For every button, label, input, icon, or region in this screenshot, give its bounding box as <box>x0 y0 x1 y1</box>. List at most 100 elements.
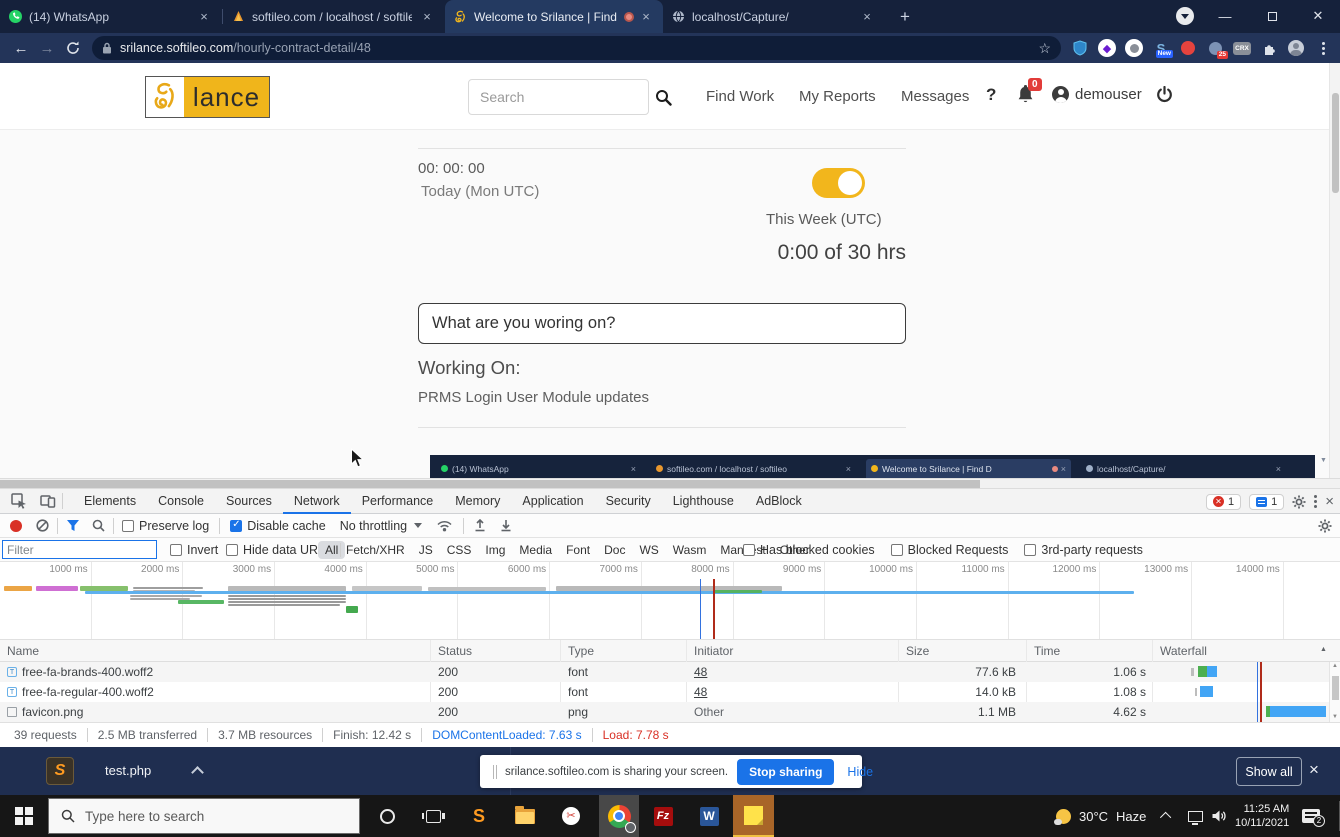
s-extension-icon[interactable]: SNew <box>1152 39 1170 57</box>
devtools-tab-lighthouse[interactable]: Lighthouse <box>662 489 745 514</box>
network-conditions-icon[interactable] <box>436 519 453 532</box>
site-search-input[interactable] <box>468 79 649 115</box>
action-center-button[interactable]: 2 <box>1302 795 1320 837</box>
filter-type-media[interactable]: Media <box>519 543 552 557</box>
blocked-requests-checkbox[interactable]: Blocked Requests <box>891 543 1009 557</box>
help-icon[interactable] <box>986 85 996 105</box>
import-har-icon[interactable] <box>474 519 486 532</box>
devtools-tab-elements[interactable]: Elements <box>73 489 147 514</box>
downloaded-file[interactable]: test.php <box>105 763 151 778</box>
column-initiator[interactable]: Initiator <box>694 644 733 658</box>
notifications-bell[interactable]: 0 <box>1017 84 1039 108</box>
taskbar-search[interactable] <box>48 798 360 834</box>
stop-sharing-button[interactable]: Stop sharing <box>737 759 834 785</box>
purple-extension-icon[interactable]: ◆ <box>1098 39 1116 57</box>
page-horizontal-scrollbar[interactable] <box>0 478 1340 489</box>
network-filter-input[interactable] <box>2 540 157 559</box>
scrollbar-thumb[interactable] <box>0 480 980 488</box>
hide-data-urls-checkbox[interactable]: Hide data URLs <box>226 543 331 557</box>
puzzle-extensions-icon[interactable] <box>1260 39 1278 57</box>
scrollbar-thumb[interactable] <box>1332 93 1339 193</box>
timer-toggle[interactable] <box>812 168 865 198</box>
site-search-icon[interactable] <box>655 89 672 106</box>
shield-extension-icon[interactable] <box>1071 39 1089 57</box>
devtools-tab-performance[interactable]: Performance <box>351 489 445 514</box>
filter-type-ws[interactable]: WS <box>639 543 658 557</box>
console-errors-badge[interactable]: 1 <box>1206 494 1241 510</box>
nav-messages[interactable]: Messages <box>901 87 969 107</box>
tray-overflow-button[interactable] <box>1163 795 1171 837</box>
third-party-requests-checkbox[interactable]: 3rd-party requests <box>1024 543 1142 557</box>
network-settings-icon[interactable] <box>1318 519 1332 533</box>
throttling-dropdown[interactable]: No throttling <box>340 519 422 533</box>
back-button[interactable]: ← <box>8 40 34 57</box>
taskbar-file-explorer[interactable] <box>505 795 545 837</box>
record-network-log-icon[interactable] <box>10 520 22 532</box>
minimize-button[interactable]: — <box>1205 0 1245 32</box>
chrome-menu-icon[interactable] <box>1314 39 1332 57</box>
taskbar-search-input[interactable] <box>85 809 325 824</box>
weather-widget[interactable]: 30°C Haze <box>1056 795 1146 837</box>
taskbar-sticky-notes-active[interactable] <box>733 795 774 837</box>
user-menu[interactable]: demouser <box>1052 86 1142 103</box>
scroll-down-icon[interactable]: ▼ <box>1330 713 1340 722</box>
forward-button[interactable]: → <box>34 40 60 57</box>
gray-extension-icon[interactable] <box>1125 39 1143 57</box>
logout-power-icon[interactable] <box>1156 86 1173 104</box>
tab-softileo[interactable]: softileo.com / localhost / softileo <box>223 0 445 33</box>
filter-type-doc[interactable]: Doc <box>604 543 625 557</box>
request-initiator-link[interactable]: 48 <box>694 665 707 679</box>
crx-extension-icon[interactable]: CRX <box>1233 39 1251 57</box>
column-size[interactable]: Size <box>906 644 929 658</box>
taskbar-clock[interactable]: 11:25 AM10/11/2021 <box>1235 795 1289 837</box>
cortana-button[interactable] <box>367 795 407 837</box>
invert-checkbox[interactable]: Invert <box>170 543 218 557</box>
show-all-downloads-button[interactable]: Show all <box>1236 757 1302 786</box>
taskbar-word[interactable] <box>689 795 729 837</box>
preserve-log-checkbox[interactable]: Preserve log <box>122 519 209 533</box>
inspect-element-icon[interactable] <box>9 491 29 511</box>
address-bar[interactable]: srilance.softileo.com /hourly-contract-d… <box>92 36 1061 60</box>
devtools-close-icon[interactable] <box>1325 494 1334 509</box>
devtools-tab-network[interactable]: Network <box>283 489 351 514</box>
scrollbar-thumb[interactable] <box>1332 676 1339 700</box>
filter-type-css[interactable]: CSS <box>447 543 472 557</box>
drag-grip-icon[interactable] <box>493 765 494 779</box>
requests-scrollbar[interactable]: ▲ ▼ <box>1329 662 1340 722</box>
working-on-input[interactable] <box>418 303 906 344</box>
tab-whatsapp[interactable]: (14) WhatsApp <box>0 0 222 33</box>
filter-type-img[interactable]: Img <box>485 543 505 557</box>
filter-type-wasm[interactable]: Wasm <box>673 543 707 557</box>
volume-tray-button[interactable] <box>1211 795 1227 837</box>
devtools-tab-application[interactable]: Application <box>511 489 594 514</box>
profile-avatar[interactable] <box>1287 39 1305 57</box>
network-timeline-overview[interactable]: 1000 ms 2000 ms 3000 ms 4000 ms 5000 ms … <box>0 562 1340 640</box>
column-waterfall[interactable]: Waterfall <box>1160 644 1207 658</box>
tab-close-icon[interactable] <box>859 9 875 25</box>
close-shelf-icon[interactable] <box>1309 760 1319 780</box>
tab-srilance-active[interactable]: Welcome to Srilance | Find D <box>445 0 663 33</box>
devtools-tab-memory[interactable]: Memory <box>444 489 511 514</box>
device-toolbar-icon[interactable] <box>38 491 58 511</box>
column-time[interactable]: Time <box>1034 644 1060 658</box>
tab-localhost-capture[interactable]: localhost/Capture/ <box>663 0 885 33</box>
network-search-icon[interactable] <box>92 519 105 532</box>
filter-type-fetch-xhr[interactable]: Fetch/XHR <box>346 543 405 557</box>
start-button[interactable] <box>0 795 48 837</box>
column-name[interactable]: Name <box>7 644 39 658</box>
srilance-logo[interactable]: lance <box>145 76 270 118</box>
devtools-tab-adblock[interactable]: AdBlock <box>745 489 813 514</box>
taskbar-chrome-active[interactable] <box>599 795 639 837</box>
has-blocked-cookies-checkbox[interactable]: Has blocked cookies <box>743 543 875 557</box>
devtools-tab-security[interactable]: Security <box>595 489 662 514</box>
taskbar-snipping-tool[interactable] <box>551 795 591 837</box>
filter-type-js[interactable]: JS <box>419 543 433 557</box>
tab-close-icon[interactable] <box>419 9 435 25</box>
counter-extension-icon[interactable]: 25 <box>1206 39 1224 57</box>
devtools-tab-console[interactable]: Console <box>147 489 215 514</box>
reload-button[interactable] <box>60 41 86 55</box>
request-initiator-link[interactable]: 48 <box>694 685 707 699</box>
devtools-settings-icon[interactable] <box>1292 495 1306 509</box>
disable-cache-checkbox[interactable]: Disable cache <box>230 519 326 533</box>
close-window-button[interactable]: ✕ <box>1298 0 1338 32</box>
